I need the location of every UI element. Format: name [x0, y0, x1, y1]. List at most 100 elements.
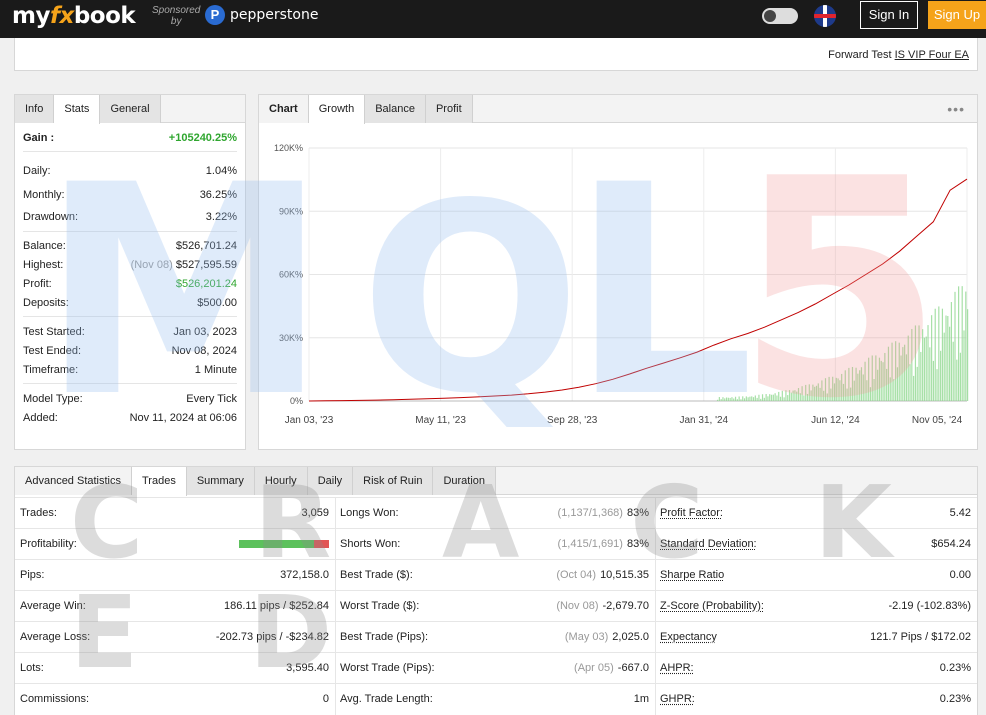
stat-label[interactable]: GHPR: [655, 693, 940, 705]
stat-value: -2.19 (-102.83%) [888, 600, 977, 612]
profit-bar [959, 352, 962, 401]
profit-bar [740, 399, 742, 401]
profit-bar [882, 362, 884, 401]
profit-bar [889, 377, 891, 401]
profit-bar [967, 309, 969, 401]
profit-bar [792, 390, 794, 401]
tab-stats[interactable]: Stats [54, 95, 101, 124]
toggle-knob-icon [764, 10, 776, 22]
stat-label[interactable]: Z-Score (Probability): [655, 600, 888, 612]
stat-label[interactable]: Profit Factor: [655, 507, 950, 519]
stat-row-ghpr: GHPR: 0.23% [655, 683, 977, 714]
profit-bar [751, 396, 753, 401]
stat-label[interactable]: Standard Deviation: [655, 538, 931, 550]
growth-chart[interactable]: 120K% 90K% 60K% 30K% 0% Jan 03, '23 May 11, '2… [259, 123, 977, 449]
profit-bar [850, 387, 852, 401]
profit-bar [905, 354, 908, 401]
profit-bar [835, 377, 837, 401]
stat-row-sharpe-ratio: Sharpe Ratio 0.00 [655, 559, 977, 590]
profitability-loss-fill [313, 540, 329, 548]
myfxbook-logo[interactable]: myfxbook [12, 3, 136, 29]
profit-bar [923, 337, 926, 401]
profit-bar [846, 388, 848, 401]
stat-label[interactable]: AHPR: [655, 662, 940, 674]
stat-row-best-trade-pips: Best Trade (Pips): (May 03) 2,025.0 [335, 621, 655, 652]
y-tick-label: 60K% [279, 270, 303, 280]
uk-flag-icon[interactable] [814, 5, 836, 27]
profit-bar [770, 394, 773, 401]
tab-hourly[interactable]: Hourly [254, 467, 308, 495]
profit-bar [805, 384, 807, 401]
forward-test-text: Forward Test IS VIP Four EA [828, 49, 969, 61]
profit-bar [913, 375, 915, 401]
tab-summary[interactable]: Summary [186, 467, 255, 495]
profit-bar [787, 395, 789, 401]
profit-bar [891, 342, 893, 401]
stat-value: (1,137/1,368) 83% [558, 507, 655, 519]
tab-advanced-statistics: Advanced Statistics [15, 467, 132, 495]
stat-date: (1,415/1,691) [557, 538, 623, 550]
profit-bar [803, 395, 805, 401]
stat-value: (1,415/1,691) 83% [558, 538, 655, 550]
profit-bar [855, 367, 857, 401]
profit-bar [954, 291, 956, 401]
stat-row-pips: Pips: 372,158.0 [15, 559, 335, 590]
stat-row-best-trade: Best Trade ($): (Oct 04) 10,515.35 [335, 559, 655, 590]
sign-up-button[interactable]: Sign Up [928, 1, 986, 29]
tab-balance[interactable]: Balance [365, 95, 426, 123]
advanced-tabs: Advanced Statistics Trades Summary Hourly Da… [15, 467, 977, 496]
tab-info[interactable]: Info [15, 95, 55, 123]
profit-bar [821, 380, 823, 401]
y-tick-label: 30K% [279, 333, 303, 343]
profit-bar [837, 378, 839, 401]
tab-general[interactable]: General [100, 95, 161, 123]
stat-value: 1m [634, 693, 655, 705]
pepperstone-icon[interactable]: P [205, 5, 225, 25]
dark-mode-toggle[interactable] [762, 8, 798, 24]
highest-row: Highest: (Nov 08) $527,595.59 [23, 259, 237, 271]
stat-label[interactable]: Expectancy [655, 631, 870, 643]
stat-number: 83% [626, 507, 649, 519]
x-tick-label: Jun 12, '24 [811, 415, 860, 426]
tab-trades[interactable]: Trades [132, 467, 187, 496]
profit-bar [724, 398, 726, 401]
stat-date: (Nov 08) [556, 600, 599, 612]
profit-bar [895, 341, 897, 401]
profit-bar [774, 393, 776, 401]
profit-bar [799, 393, 801, 401]
stat-number: 0.23% [939, 662, 971, 674]
stat-number: 5.42 [949, 507, 971, 519]
profit-bar [904, 344, 906, 401]
profit-bar [916, 366, 918, 401]
tab-profit[interactable]: Profit [425, 95, 473, 123]
profit-bar [745, 396, 747, 401]
forward-test-link[interactable]: IS VIP Four EA [895, 49, 969, 61]
added-row: Added: Nov 11, 2024 at 06:06 [23, 412, 237, 424]
profit-bar [914, 325, 917, 401]
stat-row-profit-factor: Profit Factor: 5.42 [655, 497, 977, 528]
tab-daily[interactable]: Daily [307, 467, 354, 495]
profit-bar [742, 396, 744, 401]
profit-bar [945, 315, 947, 401]
profit-bar [949, 326, 951, 401]
profit-bar [754, 395, 756, 401]
stat-label: Longs Won: [340, 507, 399, 519]
stat-number: 3,595.40 [286, 662, 329, 674]
pepperstone-name[interactable]: pepperstone [230, 7, 318, 23]
stat-label[interactable]: Sharpe Ratio [655, 569, 950, 581]
profit-bar [814, 386, 816, 401]
profit-bar [859, 370, 861, 401]
tab-growth[interactable]: Growth [308, 95, 366, 124]
top-navigation-bar: myfxbook Sponsored by P pepperstone Sign … [0, 0, 986, 38]
profit-bar [938, 306, 940, 401]
profit-bar [857, 373, 859, 401]
tab-duration[interactable]: Duration [433, 467, 497, 495]
stat-number: 0 [322, 693, 329, 705]
profit-bar [875, 355, 877, 401]
chart-menu-icon[interactable]: ••• [947, 101, 965, 117]
profit-bar [801, 386, 803, 401]
stat-label: Avg. Trade Length: [340, 693, 433, 705]
chart-panel: Chart Growth Balance Profit ••• 120K% 90K… [258, 94, 978, 450]
tab-risk-of-ruin[interactable]: Risk of Ruin [353, 467, 434, 495]
sign-in-button[interactable]: Sign In [860, 1, 918, 29]
